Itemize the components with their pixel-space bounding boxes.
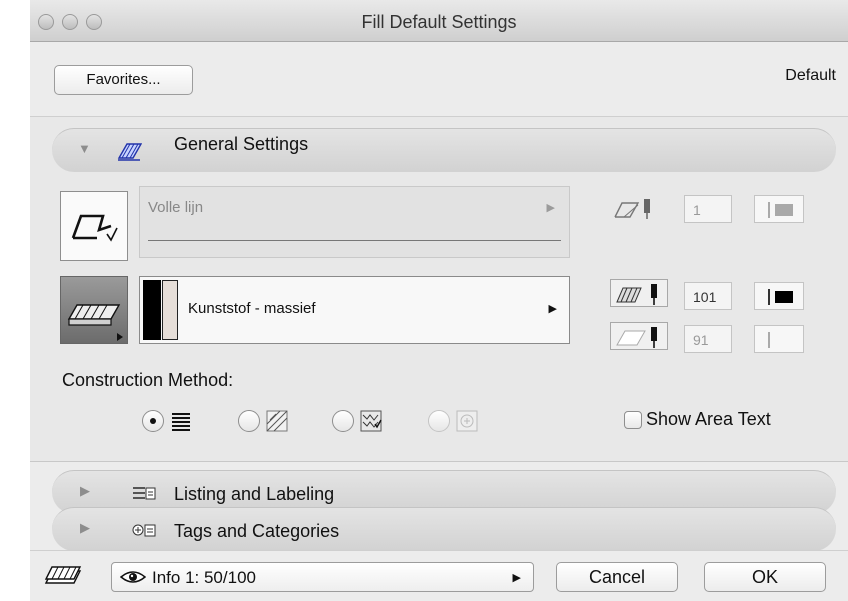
layer-value: Info 1: 50/100 [152,568,256,587]
solid-fill-icon [170,410,192,432]
title-bar[interactable]: Fill Default Settings [30,0,848,42]
default-label: Default [785,67,836,84]
general-settings-title: General Settings [174,134,309,154]
image-fill-icon [360,410,382,432]
collapsed-triangle-icon[interactable]: ▶ [80,483,90,499]
construction-method-label: Construction Method: [62,370,234,390]
line-type-icon [71,214,118,242]
chevron-right-icon: ▶ [548,303,557,315]
hatch-fill-icon [266,410,288,432]
contour-pen-field[interactable]: 1 [684,195,732,223]
fill-tool-icon [116,141,143,166]
show-area-text-checkbox[interactable] [624,411,642,429]
background-pen-icon [610,322,668,350]
tags-icon [132,521,156,544]
fill-type-icon-button[interactable] [60,276,128,344]
fill-pen-icon [610,279,668,307]
tags-categories-title: Tags and Categories [174,521,340,541]
fill-type-value: Kunststof - massief [188,300,316,317]
construction-solid-radio[interactable] [142,410,164,432]
construction-gradient-radio [428,410,450,432]
tags-categories-header[interactable]: ▶ Tags and Categories [52,507,836,551]
chevron-right-icon: ▶ [546,202,555,214]
expanded-triangle-icon[interactable]: ▼ [78,141,91,156]
contour-pen-icon [612,197,658,226]
show-area-text-label: Show Area Text [646,409,771,429]
fill-type-selector[interactable]: Kunststof - massief ▶ [139,276,570,344]
background-pen-swatch[interactable] [754,325,804,353]
fill-default-settings-window: Fill Default Settings Favorites... Defau… [30,0,848,601]
line-preview [148,240,561,241]
listing-icon [132,484,156,507]
chevron-right-icon: ▶ [512,572,521,584]
general-settings-header[interactable]: ▼ General Settings [52,128,836,172]
ok-button[interactable]: OK [704,562,826,592]
layer-selector[interactable]: Info 1: 50/100 ▶ [111,562,534,592]
layer-icon [44,565,82,594]
fill-pen-field[interactable]: 101 [684,282,732,310]
line-type-selector[interactable]: Volle lijn ▶ [139,186,570,258]
gradient-fill-icon [456,410,478,432]
line-type-value: Volle lijn [148,199,204,216]
background-swatch [162,280,178,340]
construction-hatch-radio[interactable] [238,410,260,432]
favorites-button[interactable]: Favorites... [54,65,193,95]
collapsed-triangle-icon[interactable]: ▶ [80,520,90,536]
eye-icon [119,569,147,590]
fill-swatch [143,280,161,340]
contour-pen-swatch[interactable] [754,195,804,223]
cancel-button[interactable]: Cancel [556,562,678,592]
listing-labeling-title: Listing and Labeling [174,484,335,504]
window-title: Fill Default Settings [361,12,517,32]
fill-pen-swatch[interactable] [754,282,804,310]
background-pen-field[interactable]: 91 [684,325,732,353]
construction-image-radio[interactable] [332,410,354,432]
line-type-icon-button[interactable] [60,191,128,261]
fill-pattern-icon [67,304,123,341]
